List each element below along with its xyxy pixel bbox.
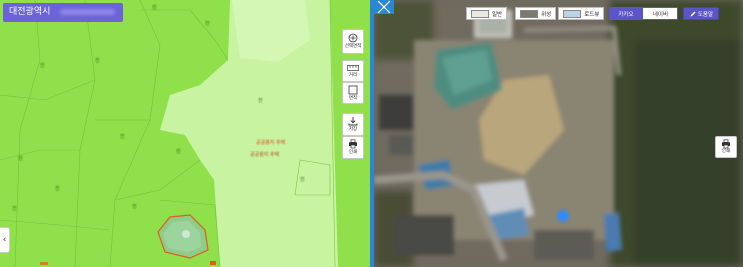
area-button[interactable]: 면적 [342,82,364,104]
print-label: 인쇄 [348,150,358,155]
printer-icon [722,139,730,149]
address-detail-redacted [60,8,116,15]
map-type-toolbar: 일반 위성 로드뷰 카카오 네이버 도움말 [466,7,720,20]
square-icon [348,85,358,94]
select-area-button[interactable]: 선택면적 [342,29,364,54]
tool-button[interactable]: 도움말 [683,7,720,20]
save-button[interactable]: 저장 [342,113,364,136]
parcel-label: 전 [40,63,45,69]
map-type-general-label: 일반 [492,11,503,18]
parcel-label: 전 [152,5,157,11]
collapse-panel-button[interactable]: ‹ [0,227,10,253]
parcel-label: 전 [12,206,17,212]
provider-kakao-label: 카카오 [618,11,634,18]
parcel-label: 전 [55,186,60,192]
distance-button[interactable]: 거리 [342,60,364,82]
parcel-map-layer [0,0,372,267]
address-city: 대전광역시 [9,7,51,17]
satellite-map[interactable]: 일반 위성 로드뷰 카카오 네이버 도움말 인쇄 [374,0,743,267]
parcel-label: 전 [300,177,305,183]
close-split-button[interactable] [374,0,394,14]
parcel-label: 전 [120,134,125,140]
roadview-thumb-icon [563,9,582,18]
map-thumb-icon [471,9,489,18]
provider-naver-button[interactable]: 네이버 [642,7,679,20]
parcel-label: 전 [18,156,23,162]
download-icon [348,117,358,126]
close-icon [377,1,391,13]
provider-kakao-button[interactable]: 카카오 [609,7,643,20]
cadastral-map[interactable]: 대전광역시 전 전 전 전 전 전 전 전 전 전 전 전 공공용지 주택 공공… [0,0,372,267]
map-type-satellite-label: 위성 [541,11,552,18]
satellite-imagery [374,0,743,267]
ruler-icon [347,64,359,71]
parcel-label: 전 [258,98,263,104]
satellite-print-button[interactable]: 인쇄 [715,136,737,158]
highlight-sublabel: 공공용지 주택 [250,152,280,158]
select-area-label: 선택면적 [344,44,362,49]
circle-plus-icon [348,33,358,43]
map-type-satellite[interactable]: 위성 [515,7,557,20]
parcel-label: 전 [95,58,100,64]
address-bar: 대전광역시 [3,3,123,22]
distance-label: 거리 [348,72,358,78]
area-label: 면적 [348,95,358,101]
map-type-roadview-label: 로드뷰 [584,11,600,18]
provider-naver-label: 네이버 [652,11,669,18]
map-type-roadview[interactable]: 로드뷰 [558,7,605,20]
satellite-print-label: 인쇄 [721,149,731,154]
tool-label: 도움말 [697,11,714,18]
printer-icon [349,139,357,149]
parcel-label: 전 [132,204,137,210]
pencil-icon [690,11,696,16]
highlight-label: 공공용지 주택 [256,140,286,146]
print-button[interactable]: 인쇄 [342,136,364,159]
parcel-label: 전 [176,149,181,155]
save-label: 저장 [348,127,358,132]
map-type-general[interactable]: 일반 [466,7,508,20]
chevron-left-icon: ‹ [2,235,7,245]
satellite-thumb-icon [520,9,539,18]
parcel-label: 전 [205,21,210,27]
